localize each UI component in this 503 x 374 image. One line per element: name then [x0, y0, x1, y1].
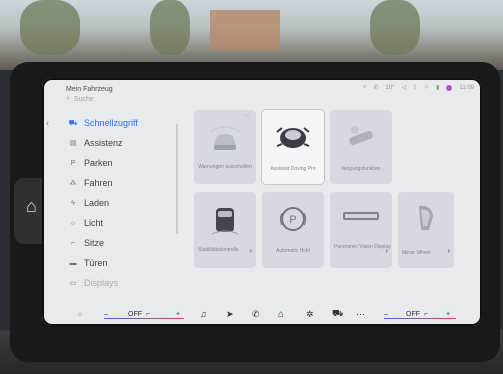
- tile-label: Stabilitätskontrolle: [198, 247, 239, 253]
- tile-assisted-driving-pro[interactable]: Assisted Driving Pro: [262, 110, 324, 184]
- infotainment-screen: Mein Fahrzeug ⌕ Suche ⌕ ✆ 10° ◁ ᛒ ⚐ ▮ 11…: [42, 78, 482, 326]
- svg-text:P: P: [289, 214, 296, 226]
- tile-mirror[interactable]: Mirror Wheel ›: [398, 192, 454, 268]
- background-tree: [370, 0, 420, 55]
- chevron-right-icon: ›: [447, 246, 450, 255]
- light-icon: ☼: [69, 219, 77, 227]
- climate-left-icon[interactable]: ⌂: [78, 311, 82, 318]
- tile-neigungsfunktion[interactable]: Neigungsfunktion: [330, 110, 392, 184]
- temperature: 10°: [385, 84, 395, 91]
- status-bar: ⌕ ✆ 10° ◁ ᛒ ⚐ ▮ 11:09: [363, 84, 474, 91]
- driving-icon: ⁂: [69, 180, 77, 187]
- assist-icon: ▤: [69, 140, 77, 147]
- phone-icon[interactable]: ✆: [252, 309, 260, 320]
- panoramic-display-icon: [341, 204, 381, 230]
- temp-left-slider[interactable]: [104, 318, 184, 319]
- seat-heat-right-icon[interactable]: ⌐: [424, 311, 428, 318]
- sidebar-item-label: Displays: [84, 278, 119, 288]
- search-placeholder: Suche: [73, 95, 94, 103]
- fan-icon[interactable]: ✲: [306, 309, 314, 320]
- tile-automatic-hold[interactable]: P Automatic Hold: [262, 192, 324, 268]
- tile-label: Automatic Hold: [276, 248, 310, 254]
- temp-plus-left-button[interactable]: +: [176, 311, 180, 318]
- profile-icon[interactable]: ⚐: [424, 84, 429, 91]
- warning-car-icon: [208, 124, 242, 154]
- tile-label: Mirror Wheel: [402, 250, 431, 256]
- clock: 11:09: [459, 84, 474, 91]
- chevron-right-icon: ›: [385, 246, 388, 255]
- auto-hold-icon: P: [278, 204, 308, 234]
- search-icon[interactable]: ⌕: [363, 84, 366, 91]
- signal-icon: ▮: [436, 85, 440, 91]
- sidebar-item-assistenz[interactable]: ▤ Assistenz: [68, 138, 123, 148]
- phone-icon[interactable]: ✆: [373, 84, 378, 91]
- chevron-right-icon: ›: [249, 246, 252, 255]
- sidebar-item-label: Schnellzugriff: [84, 118, 138, 128]
- sidebar-item-label: Sitze: [84, 238, 105, 248]
- temp-left-value: OFF: [128, 310, 142, 318]
- sidebar-item-displays[interactable]: ▭ Displays: [68, 278, 118, 288]
- sidebar-divider: [176, 124, 178, 234]
- car-icon: ⛟: [68, 119, 78, 127]
- car-door-icon[interactable]: ⌂: [26, 196, 37, 217]
- sidebar-item-sitze[interactable]: ⌐ Sitze: [68, 238, 104, 248]
- temp-plus-right-button[interactable]: +: [446, 311, 450, 318]
- sidebar-item-licht[interactable]: ☼ Licht: [68, 218, 103, 228]
- sidebar-item-parken[interactable]: P Parken: [68, 158, 113, 168]
- charging-icon: ϟ: [71, 199, 75, 207]
- back-chevron-icon[interactable]: ‹: [46, 118, 49, 128]
- sidebar-item-label: Licht: [84, 218, 104, 228]
- tile-label: Neigungsfunktion: [341, 166, 381, 172]
- search-field[interactable]: ⌕ Suche: [66, 95, 94, 103]
- background-house: [210, 10, 280, 50]
- background-tree: [20, 0, 80, 55]
- temp-minus-right-button[interactable]: –: [384, 311, 388, 318]
- apps-icon[interactable]: ⋯: [356, 309, 365, 320]
- home-icon[interactable]: ⌂: [278, 309, 284, 320]
- tile-label: Warnungen ausschalten: [198, 164, 252, 170]
- car-settings-icon[interactable]: ⛟: [332, 308, 343, 320]
- sidebar-item-label: Parken: [84, 158, 113, 168]
- mirror-icon: [413, 202, 439, 236]
- sidebar-item-label: Assistenz: [84, 138, 123, 148]
- sidebar-item-label: Fahren: [84, 178, 113, 188]
- sidebar-item-tueren[interactable]: ▬ Türen: [68, 258, 108, 268]
- temp-right-slider[interactable]: [384, 318, 456, 319]
- tile-label: Panoramic Vision Display: [334, 244, 391, 250]
- sidebar-item-label: Türen: [84, 258, 108, 268]
- navigation-icon[interactable]: ➤: [226, 309, 234, 320]
- display-icon: ▭: [69, 280, 77, 287]
- volume-icon[interactable]: ◁: [401, 84, 406, 91]
- parking-icon: P: [70, 159, 76, 167]
- tile-warnungen[interactable]: ··· Warnungen ausschalten: [194, 110, 256, 184]
- stability-car-icon: [208, 202, 242, 238]
- bottom-bar: ⌂ – OFF ⌐ + ♫ ➤ ✆ ⌂ ✲ ⛟ ⋯ – OFF ⌐ +: [42, 302, 482, 326]
- door-icon: ▬: [69, 259, 77, 267]
- bluetooth-icon: ᛒ: [413, 84, 417, 91]
- assisted-driving-icon: [274, 122, 312, 154]
- sidebar-item-laden[interactable]: ϟ Laden: [68, 198, 109, 208]
- sidebar-item-fahren[interactable]: ⁂ Fahren: [68, 178, 113, 188]
- user-avatar-icon[interactable]: [446, 84, 453, 91]
- tile-stabilitaetskontrolle[interactable]: Stabilitätskontrolle ›: [194, 192, 256, 268]
- sidebar-item-label: Laden: [84, 198, 110, 208]
- search-icon: ⌕: [66, 95, 70, 102]
- tilt-icon: [343, 122, 379, 152]
- temp-right-value: OFF: [406, 310, 420, 318]
- page-title: Mein Fahrzeug: [66, 86, 113, 93]
- seat-heat-left-icon[interactable]: ⌐: [146, 311, 150, 318]
- music-icon[interactable]: ♫: [200, 309, 207, 319]
- temp-minus-left-button[interactable]: –: [104, 311, 108, 318]
- more-icon[interactable]: ···: [243, 112, 250, 119]
- background-tree: [150, 0, 190, 55]
- tile-label: Assisted Driving Pro: [270, 166, 316, 172]
- tile-panoramic-vision-display[interactable]: Panoramic Vision Display ›: [330, 192, 392, 268]
- sidebar-item-schnellzugriff[interactable]: ⛟ Schnellzugriff: [68, 118, 138, 128]
- seat-icon: ⌐: [70, 239, 76, 247]
